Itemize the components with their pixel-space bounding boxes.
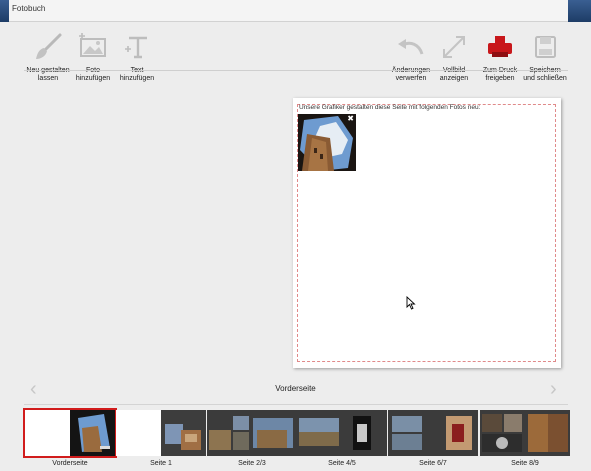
brush-icon xyxy=(36,33,62,59)
thumbnail-label-page-1: Seite 1 xyxy=(150,460,172,467)
print-release-button[interactable]: Zum Druck freigeben xyxy=(478,32,522,83)
page-canvas[interactable]: Unsere Grafiker gestalten diese Seite mi… xyxy=(293,98,561,368)
save-icon xyxy=(535,36,556,58)
mouse-cursor-icon xyxy=(406,296,416,310)
thumbnail-page-6-7[interactable] xyxy=(388,410,478,456)
photo-add-icon xyxy=(79,33,106,57)
page-1-photo-image xyxy=(165,424,201,450)
title-bar-edge-left xyxy=(0,0,9,22)
remove-photo-icon[interactable]: ✖ xyxy=(347,115,354,123)
thumbnail-page-1[interactable] xyxy=(116,410,206,456)
printer-icon xyxy=(488,36,512,57)
add-photo-button[interactable]: Foto hinzufügen xyxy=(70,32,116,83)
thumbnail-left-page xyxy=(25,410,70,456)
save-close-button[interactable]: Speichern und schließen xyxy=(522,32,568,83)
thumbnail-label-page-4-5: Seite 4/5 xyxy=(328,460,356,467)
thumbnail-label-page-6-7: Seite 6/7 xyxy=(419,460,447,467)
fullscreen-icon xyxy=(443,36,465,58)
thumbnail-label-page-2-3: Seite 2/3 xyxy=(238,460,266,467)
page-thumbnail-strip: Vorderseite Seite 1 Seite 2/3 Seite 4/5 … xyxy=(0,408,591,471)
page-4-5-photos-image xyxy=(297,410,387,456)
thumbnail-label-page-8-9: Seite 8/9 xyxy=(511,460,539,467)
selected-photo[interactable]: ✖ xyxy=(298,114,356,171)
undo-icon xyxy=(398,39,424,55)
navigation-divider xyxy=(24,404,568,405)
redesign-note: Unsere Grafiker gestalten diese Seite mi… xyxy=(299,104,481,111)
title-bar: Fotobuch xyxy=(0,0,591,22)
discard-changes-button[interactable]: Änderungen verwerfen xyxy=(388,32,434,83)
thumbnail-page-8-9[interactable] xyxy=(480,410,570,456)
thumbnail-right-page xyxy=(70,410,115,456)
page-navigation: ‹ Vorderseite › xyxy=(0,378,591,400)
page-6-7-photos-image xyxy=(388,410,478,456)
page-8-9-photos-image xyxy=(480,410,570,456)
cover-photo-image xyxy=(78,414,110,452)
redesign-button[interactable]: Neu gestalten lassen xyxy=(22,32,74,83)
title-bar-edge-right xyxy=(568,0,591,22)
thumbnail-right-page xyxy=(161,410,206,456)
thumbnail-page-2-3[interactable] xyxy=(207,410,297,456)
thumbnail-left-page xyxy=(116,410,161,456)
toolbar-divider xyxy=(24,70,568,71)
thumbnail-cover[interactable] xyxy=(23,408,117,458)
thumbnail-page-4-5[interactable] xyxy=(297,410,387,456)
thumbnail-label-cover: Vorderseite xyxy=(52,460,88,467)
page-2-3-photos-image xyxy=(207,410,297,456)
text-add-icon xyxy=(125,36,147,59)
add-text-button[interactable]: Text hinzufügen xyxy=(115,32,159,83)
next-page-button[interactable]: › xyxy=(550,379,557,399)
current-page-label: Vorderseite xyxy=(275,384,316,393)
window-title: Fotobuch xyxy=(12,4,46,13)
fullscreen-button[interactable]: Vollbild anzeigen xyxy=(434,32,474,83)
